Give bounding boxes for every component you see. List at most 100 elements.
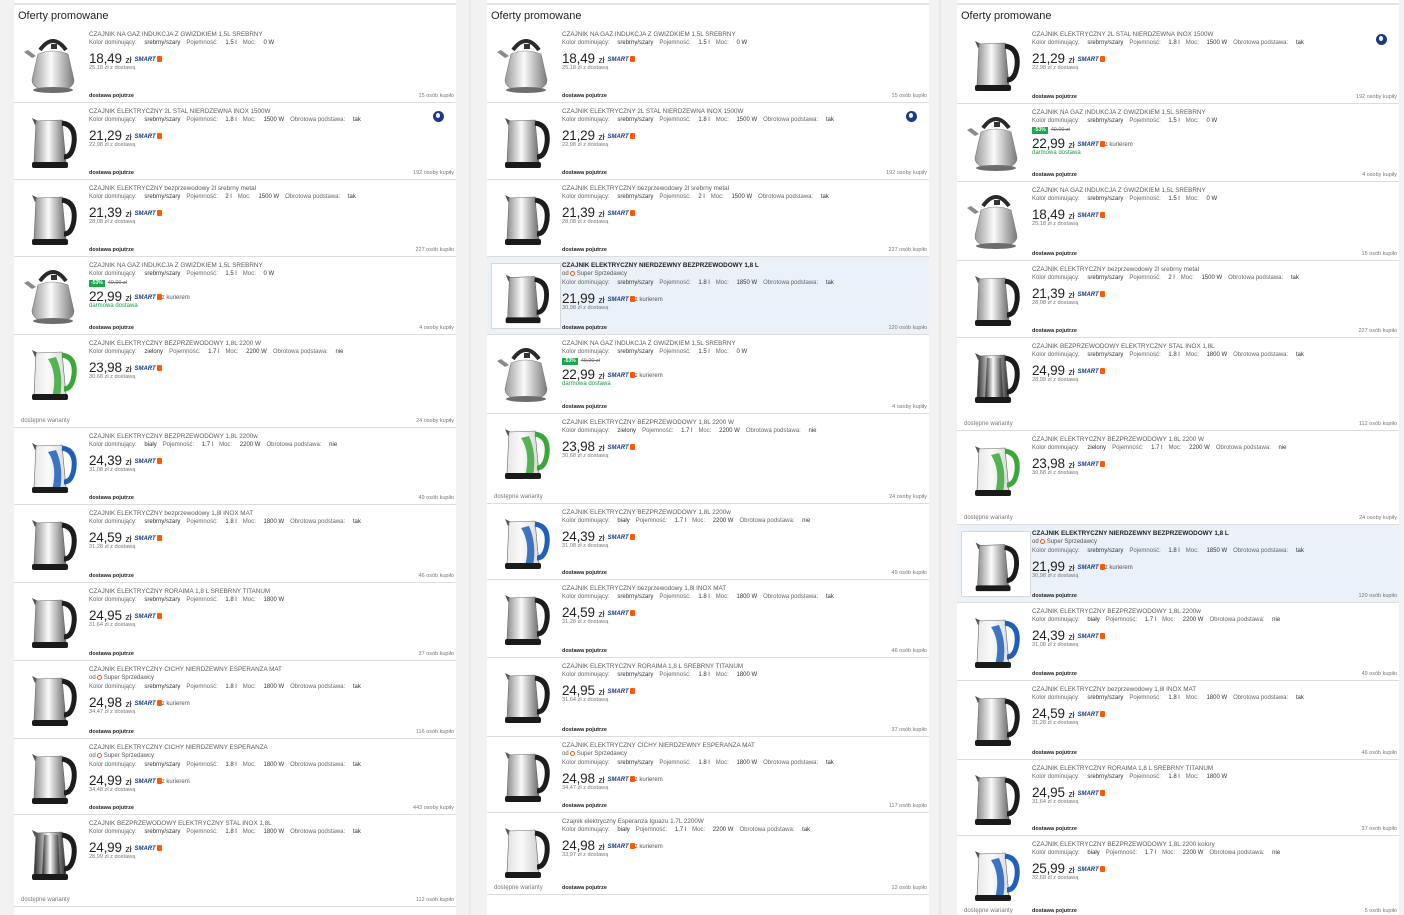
- product-image[interactable]: [491, 817, 561, 883]
- variants-link[interactable]: dostępne warianty: [21, 418, 70, 424]
- offer-item[interactable]: CZAJNIK NA GAZ INDUKCJA Z GWIZDKIEM 1,5L…: [957, 104, 1399, 182]
- offer-item[interactable]: CZAJNIK ELEKTRYCZNY bezprzewodowy 1,8l I…: [487, 580, 929, 658]
- variants-link[interactable]: dostępne warianty: [21, 897, 70, 903]
- offer-title-link[interactable]: CZAJNIK ELEKTRYCZNY BEZPRZEWODOWY 1,8L 2…: [1032, 435, 1393, 444]
- offer-item[interactable]: CZAJNIK ELEKTRYCZNY CICHY NIERDZEWNY ESP…: [14, 739, 456, 815]
- offer-item[interactable]: CZAJNIK ELEKTRYCZNY bezprzewodowy 1,8l I…: [957, 681, 1399, 760]
- offer-item[interactable]: CZAJNIK ELEKTRYCZNY NIERDZEWNY BEZPRZEWO…: [957, 525, 1399, 603]
- product-image[interactable]: [18, 432, 88, 498]
- offer-item[interactable]: Czajnik elektryczny Esperanza Iguazu 1.7…: [487, 813, 929, 895]
- offer-title-link[interactable]: CZAJNIK NA GAZ INDUKCJA Z GWIZDKIEM 1,5L…: [1032, 186, 1393, 195]
- offer-item[interactable]: CZAJNIK ELEKTRYCZNY BEZPRZEWODOWY 1,8L 2…: [957, 431, 1399, 525]
- product-image[interactable]: [491, 508, 561, 574]
- product-image[interactable]: [961, 685, 1031, 751]
- product-image[interactable]: [18, 184, 88, 250]
- offer-item[interactable]: CZAJNIK NA GAZ INDUKCJA Z GWIZDKIEM 1,5L…: [14, 26, 456, 103]
- offer-item[interactable]: CZAJNIK NA GAZ INDUKCJA Z GWIZDKIEM 1,5L…: [487, 335, 929, 414]
- offer-title-link[interactable]: CZAJNIK ELEKTRYCZNY BEZPRZEWODOWY 1,8L 2…: [1032, 840, 1393, 849]
- product-image[interactable]: [491, 339, 561, 405]
- product-image[interactable]: [18, 743, 88, 809]
- offer-title-link[interactable]: CZAJNIK NA GAZ INDUKCJA Z GWIZDKIEM 1,5L…: [1032, 108, 1393, 117]
- product-image[interactable]: [491, 30, 561, 96]
- offer-title-link[interactable]: CZAJNIK ELEKTRYCZNY BEZPRZEWODOWY 1,8L 2…: [89, 339, 450, 348]
- offer-item[interactable]: CZAJNIK ELEKTRYCZNY RORAIMA 1,8 L SREBRN…: [14, 583, 456, 661]
- offer-title-link[interactable]: CZAJNIK ELEKTRYCZNY CICHY NIERDZEWNY ESP…: [89, 665, 450, 674]
- offer-item[interactable]: CZAJNIK NA GAZ INDUKCJA Z GWIZDKIEM 1,5L…: [957, 182, 1399, 261]
- product-image[interactable]: [18, 339, 88, 405]
- offer-item[interactable]: CZAJNIK BEZPRZEWODOWY ELEKTRYCZNY STAL I…: [957, 338, 1399, 431]
- offer-title-link[interactable]: CZAJNIK BEZPRZEWODOWY ELEKTRYCZNY STAL I…: [89, 819, 450, 828]
- product-image[interactable]: [961, 108, 1031, 174]
- product-image[interactable]: [961, 265, 1031, 331]
- product-image[interactable]: [961, 764, 1031, 830]
- product-image[interactable]: [961, 531, 1031, 597]
- product-image[interactable]: [18, 509, 88, 575]
- offer-item[interactable]: CZAJNIK ELEKTRYCZNY 2L STAL NIERDZEWNA I…: [957, 26, 1399, 104]
- product-image[interactable]: [491, 263, 561, 329]
- offer-title-link[interactable]: CZAJNIK ELEKTRYCZNY bezprzewodowy 1,8l I…: [89, 509, 450, 518]
- product-image[interactable]: [18, 587, 88, 653]
- product-image[interactable]: [18, 261, 88, 327]
- product-image[interactable]: [961, 30, 1031, 96]
- product-image[interactable]: [961, 186, 1031, 252]
- offer-item[interactable]: CZAJNIK ELEKTRYCZNY NIERDZEWNY BEZPRZEWO…: [487, 257, 929, 335]
- product-image[interactable]: [961, 342, 1031, 408]
- product-image[interactable]: [491, 184, 561, 250]
- offer-title-link[interactable]: CZAJNIK ELEKTRYCZNY bezprzewodowy 1,8l I…: [1032, 685, 1393, 694]
- offer-title-link[interactable]: CZAJNIK ELEKTRYCZNY BEZPRZEWODOWY 1,8L 2…: [89, 432, 450, 441]
- offer-item[interactable]: CZAJNIK BEZPRZEWODOWY ELEKTRYCZNY STAL I…: [14, 815, 456, 907]
- product-image[interactable]: [18, 665, 88, 731]
- offer-title-link[interactable]: CZAJNIK ELEKTRYCZNY 2L STAL NIERDZEWNA I…: [89, 107, 450, 116]
- offer-item[interactable]: CZAJNIK ELEKTRYCZNY BEZPRZEWODOWY 1,8L 2…: [14, 335, 456, 428]
- offer-item[interactable]: CZAJNIK ELEKTRYCZNY 2L STAL NIERDZEWNA I…: [14, 103, 456, 180]
- offer-title-link[interactable]: CZAJNIK ELEKTRYCZNY BEZPRZEWODOWY 1,8L 2…: [562, 508, 923, 517]
- offer-title-link[interactable]: CZAJNIK BEZPRZEWODOWY ELEKTRYCZNY STAL I…: [1032, 342, 1393, 351]
- offer-item[interactable]: CZAJNIK ELEKTRYCZNY bezprzewodowy 2l sre…: [957, 261, 1399, 338]
- offer-title-link[interactable]: CZAJNIK ELEKTRYCZNY NIERDZEWNY BEZPRZEWO…: [562, 261, 923, 270]
- variants-link[interactable]: dostępne warianty: [494, 494, 543, 500]
- product-image[interactable]: [491, 584, 561, 650]
- offer-item[interactable]: CZAJNIK ELEKTRYCZNY CICHY NIERDZEWNY ESP…: [487, 737, 929, 813]
- offer-title-link[interactable]: CZAJNIK ELEKTRYCZNY NIERDZEWNY BEZPRZEWO…: [1032, 529, 1393, 538]
- offer-item[interactable]: CZAJNIK ELEKTRYCZNY 2L STAL NIERDZEWNA I…: [487, 103, 929, 180]
- offer-title-link[interactable]: CZAJNIK NA GAZ INDUKCJA Z GWIZDKIEM 1,5L…: [562, 339, 923, 348]
- variants-link[interactable]: dostępne warianty: [964, 515, 1013, 521]
- product-image[interactable]: [961, 435, 1031, 501]
- offer-title-link[interactable]: CZAJNIK ELEKTRYCZNY RORAIMA 1,8 L SREBRN…: [89, 587, 450, 596]
- offer-title-link[interactable]: CZAJNIK ELEKTRYCZNY BEZPRZEWODOWY 1,8L 2…: [1032, 607, 1393, 616]
- offer-item[interactable]: CZAJNIK ELEKTRYCZNY BEZPRZEWODOWY 1,8L 2…: [14, 428, 456, 505]
- product-image[interactable]: [18, 30, 88, 96]
- offer-title-link[interactable]: CZAJNIK ELEKTRYCZNY CICHY NIERDZEWNY ESP…: [89, 743, 450, 752]
- offer-item[interactable]: CZAJNIK ELEKTRYCZNY BEZPRZEWODOWY 1,8L 2…: [487, 414, 929, 504]
- offer-title-link[interactable]: Czajnik elektryczny Esperanza Iguazu 1.7…: [562, 817, 923, 826]
- product-image[interactable]: [961, 607, 1031, 673]
- offer-title-link[interactable]: CZAJNIK ELEKTRYCZNY 2L STAL NIERDZEWNA I…: [1032, 30, 1393, 39]
- offer-item[interactable]: CZAJNIK ELEKTRYCZNY bezprzewodowy 2l sre…: [14, 180, 456, 257]
- offer-item[interactable]: CZAJNIK ELEKTRYCZNY RORAIMA 1,8 L SREBRN…: [957, 760, 1399, 836]
- variants-link[interactable]: dostępne warianty: [964, 421, 1013, 427]
- offer-title-link[interactable]: CZAJNIK ELEKTRYCZNY RORAIMA 1,8 L SREBRN…: [562, 662, 923, 671]
- product-image[interactable]: [18, 819, 88, 885]
- product-image[interactable]: [491, 741, 561, 807]
- offer-item[interactable]: CZAJNIK ELEKTRYCZNY BEZPRZEWODOWY 1,8L 2…: [957, 836, 1399, 915]
- offer-item[interactable]: CZAJNIK ELEKTRYCZNY BEZPRZEWODOWY 1,8L 2…: [957, 603, 1399, 681]
- offer-title-link[interactable]: CZAJNIK ELEKTRYCZNY RORAIMA 1,8 L SREBRN…: [1032, 764, 1393, 773]
- offer-item[interactable]: CZAJNIK ELEKTRYCZNY RORAIMA 1,8 L SREBRN…: [487, 658, 929, 737]
- offer-title-link[interactable]: CZAJNIK ELEKTRYCZNY bezprzewodowy 2l sre…: [1032, 265, 1393, 274]
- offer-title-link[interactable]: CZAJNIK NA GAZ INDUKCJA Z GWIZDKIEM 1,5L…: [89, 30, 450, 39]
- offer-title-link[interactable]: CZAJNIK ELEKTRYCZNY bezprzewodowy 2l sre…: [562, 184, 923, 193]
- offer-item[interactable]: CZAJNIK NA GAZ INDUKCJA Z GWIZDKIEM 1,5L…: [487, 26, 929, 103]
- offer-item[interactable]: CZAJNIK ELEKTRYCZNY bezprzewodowy 1,8l I…: [14, 505, 456, 583]
- offer-title-link[interactable]: CZAJNIK NA GAZ INDUKCJA Z GWIZDKIEM 1,5L…: [562, 30, 923, 39]
- offer-item[interactable]: CZAJNIK ELEKTRYCZNY BEZPRZEWODOWY 1,8L 2…: [487, 504, 929, 580]
- product-image[interactable]: [961, 840, 1031, 906]
- variants-link[interactable]: dostępne warianty: [964, 908, 1013, 914]
- offer-title-link[interactable]: CZAJNIK ELEKTRYCZNY BEZPRZEWODOWY 1,8L 2…: [562, 418, 923, 427]
- offer-item[interactable]: CZAJNIK NA GAZ INDUKCJA Z GWIZDKIEM 1,5L…: [14, 257, 456, 335]
- product-image[interactable]: [491, 418, 561, 484]
- variants-link[interactable]: dostępne warianty: [494, 885, 543, 891]
- offer-item[interactable]: CZAJNIK ELEKTRYCZNY CICHY NIERDZEWNY ESP…: [14, 661, 456, 739]
- product-image[interactable]: [491, 107, 561, 173]
- product-image[interactable]: [18, 107, 88, 173]
- offer-title-link[interactable]: CZAJNIK ELEKTRYCZNY bezprzewodowy 2l sre…: [89, 184, 450, 193]
